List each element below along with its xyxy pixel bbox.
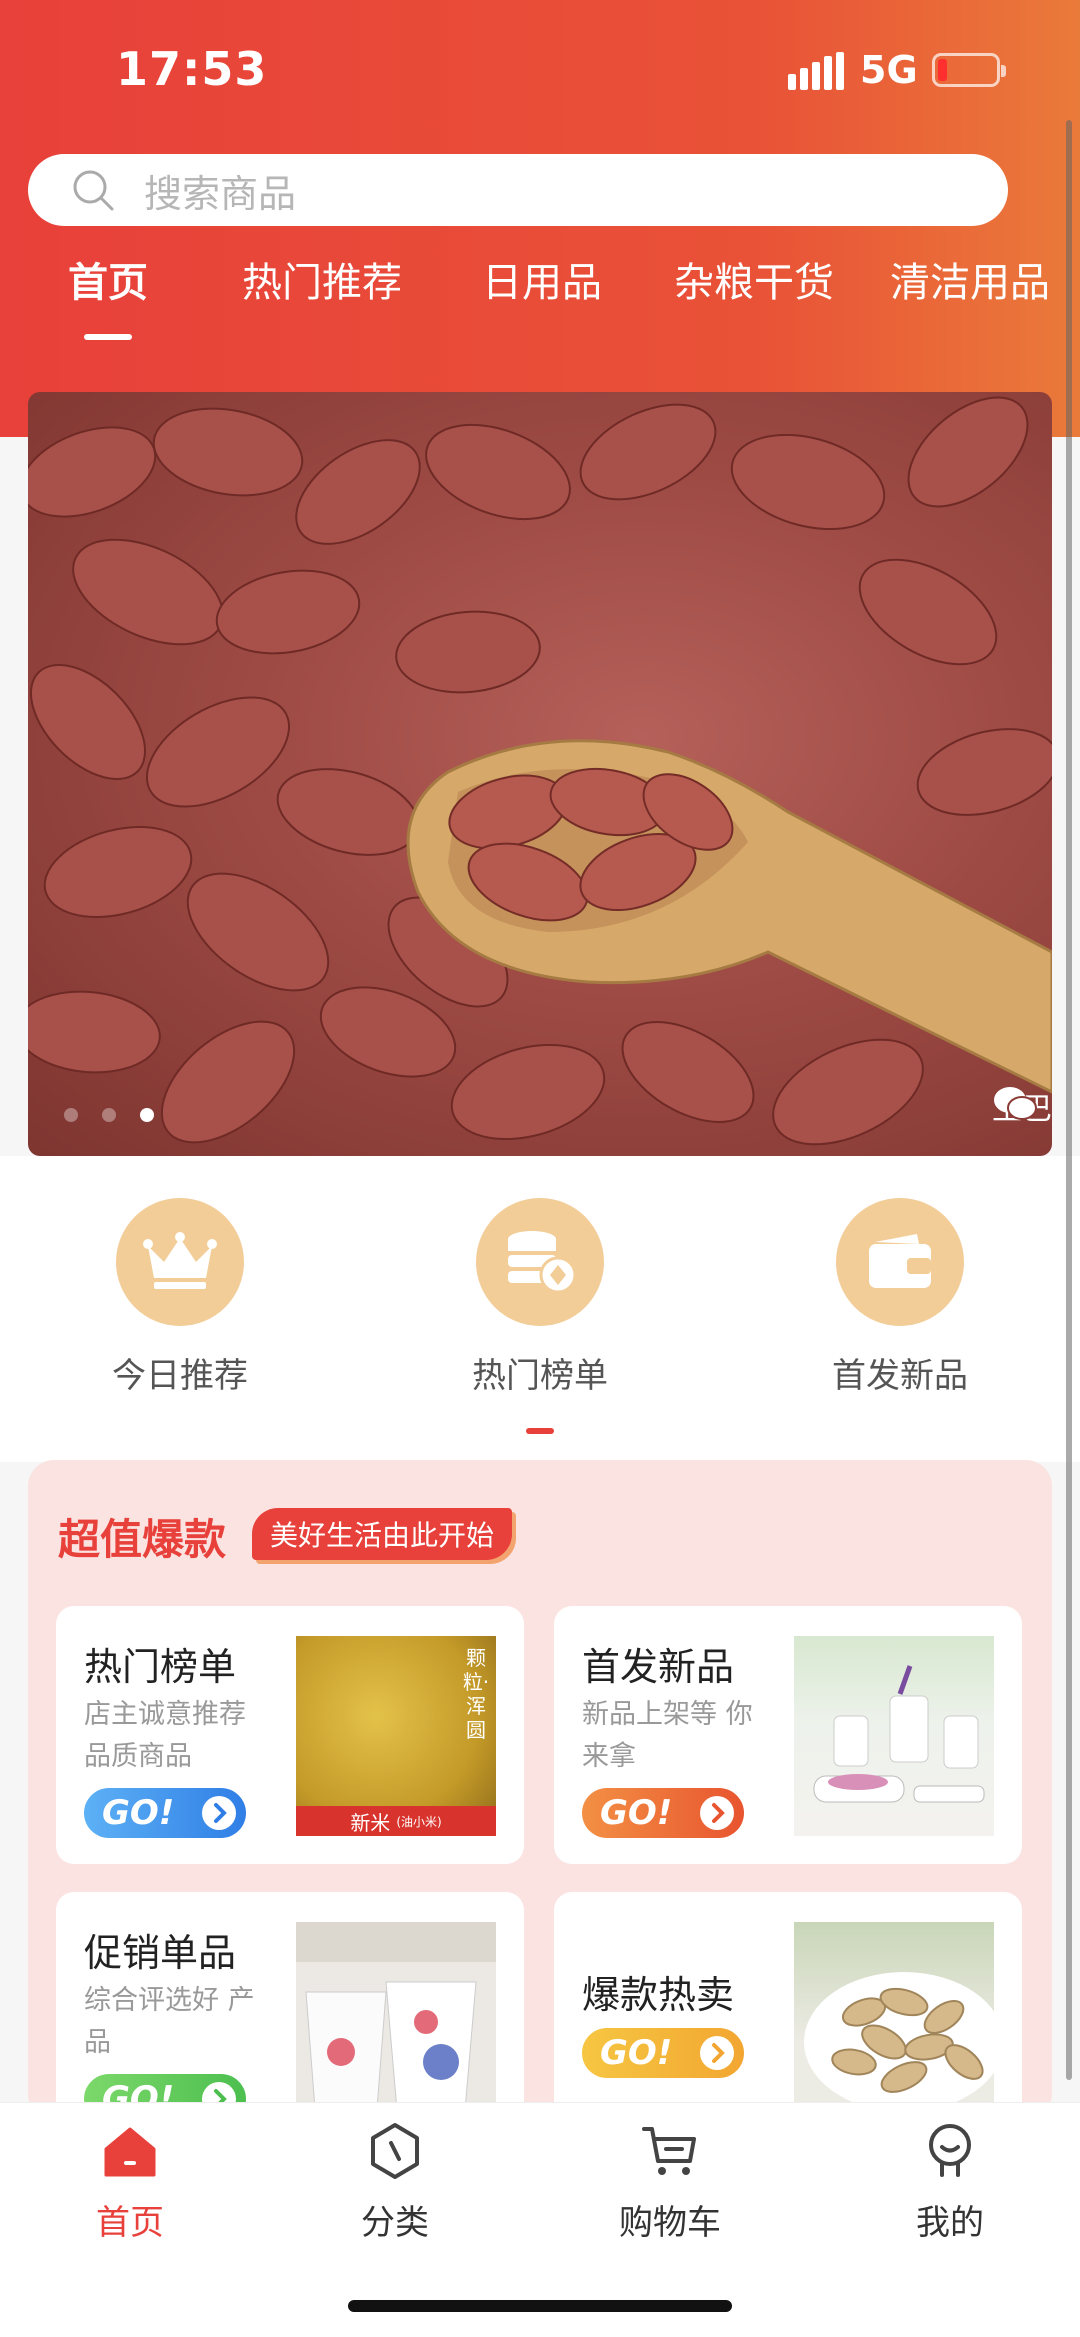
card-title: 爆款热卖	[582, 1973, 735, 2017]
status-time: 17:53	[116, 42, 268, 96]
banner-image	[28, 396, 1052, 1146]
product-image-peanuts	[794, 1922, 994, 2120]
nav-label: 分类	[361, 2203, 429, 2243]
search-placeholder: 搜索商品	[144, 171, 297, 216]
carousel-dot[interactable]	[64, 1108, 78, 1122]
nav-profile[interactable]: 我的	[850, 2121, 1050, 2244]
cart-icon	[642, 2127, 696, 2175]
nav-label: 首页	[96, 2203, 164, 2243]
deal-card-new-arrivals[interactable]: 首发新品 新品上架等 你来拿 GO!	[554, 1606, 1022, 1864]
product-label-bar: 新米 (油小米)	[296, 1806, 496, 1836]
quick-label: 首发新品	[832, 1356, 968, 1396]
go-button[interactable]: GO!	[84, 1788, 246, 1838]
deal-card-promotion[interactable]: 促销单品 综合评选好 产品 GO!	[56, 1892, 524, 2120]
quick-new-arrivals[interactable]: 首发新品	[780, 1198, 1020, 1397]
search-icon	[73, 170, 114, 211]
banner-carousel[interactable]: 土巴	[28, 392, 1052, 1156]
card-subtitle: 店主诚意推荐品质商品	[84, 1699, 246, 1772]
home-icon	[104, 2127, 156, 2177]
quick-page-indicator	[526, 1428, 554, 1434]
card-title: 首发新品	[582, 1645, 735, 1689]
product-image-toiletries	[794, 1636, 994, 1836]
header: 17:53 5G 搜索商品 首页 热门推荐 日用品 杂粮干货 清洁用品	[0, 0, 1080, 437]
go-label: GO!	[600, 2033, 673, 2073]
carousel-dot-active[interactable]	[140, 1108, 154, 1122]
go-label: GO!	[600, 1793, 673, 1833]
signal-icon	[788, 52, 844, 90]
product-label: 新米	[350, 1810, 391, 1835]
arrow-right-icon	[700, 1796, 734, 1830]
quick-entries: 今日推荐 热门榜单 首发新品	[0, 1156, 1080, 1462]
profile-icon	[929, 2124, 971, 2177]
battery-icon	[932, 53, 1006, 87]
tab-cleaning[interactable]: 清洁用品	[890, 250, 1050, 308]
card-title: 促销单品	[84, 1931, 237, 1975]
quick-icon-bg	[836, 1198, 964, 1326]
deal-card-hot-list[interactable]: 热门榜单 店主诚意推荐品质商品 GO! 颗粒·浑圆 新米 (油小米)	[56, 1606, 524, 1864]
product-image-millet: 颗粒·浑圆 新米 (油小米)	[296, 1636, 496, 1836]
deal-card-bestsellers[interactable]: 爆款热卖 GO!	[554, 1892, 1022, 2120]
tab-underline	[84, 334, 132, 340]
home-indicator	[348, 2300, 732, 2312]
crown-icon	[143, 1232, 217, 1289]
tab-daily[interactable]: 日用品	[482, 250, 602, 308]
go-button[interactable]: GO!	[582, 2028, 744, 2078]
search-bar[interactable]: 搜索商品	[28, 154, 1008, 226]
nav-home[interactable]: 首页	[30, 2121, 230, 2244]
nav-cart[interactable]: 购物车	[570, 2121, 770, 2244]
product-side-text: 颗粒·浑圆	[462, 1646, 490, 1742]
quick-label: 今日推荐	[112, 1356, 248, 1396]
carousel-dot[interactable]	[102, 1108, 116, 1122]
deals-section: 超值爆款 美好生活由此开始 热门榜单 店主诚意推荐品质商品 GO! 颗粒·浑圆 …	[28, 1460, 1052, 2120]
card-subtitle: 新品上架等 你来拿	[582, 1699, 753, 1772]
deals-title: 超值爆款	[58, 1515, 227, 1564]
category-tabs: 首页 热门推荐 日用品 杂粮干货 清洁用品	[0, 250, 1080, 350]
tab-hot[interactable]: 热门推荐	[242, 250, 402, 308]
quick-icon-bg	[476, 1198, 604, 1326]
nav-category[interactable]: 分类	[295, 2121, 495, 2244]
coins-icon	[508, 1231, 577, 1294]
carousel-dots	[64, 1108, 154, 1122]
quick-icon-bg	[116, 1198, 244, 1326]
status-bar: 17:53 5G	[0, 0, 1080, 140]
product-label-small: (油小米)	[396, 1814, 442, 1829]
nav-label: 购物车	[619, 2203, 721, 2243]
arrow-right-icon	[700, 2036, 734, 2070]
quick-today-recommend[interactable]: 今日推荐	[60, 1198, 300, 1397]
nav-label: 我的	[916, 2203, 984, 2243]
quick-hot-list[interactable]: 热门榜单	[420, 1198, 660, 1397]
go-button[interactable]: GO!	[582, 1788, 744, 1838]
quick-label: 热门榜单	[472, 1356, 608, 1396]
product-image-paper-cups	[296, 1922, 496, 2120]
network-label: 5G	[860, 48, 918, 92]
go-label: GO!	[102, 1793, 175, 1833]
tab-grains[interactable]: 杂粮干货	[674, 250, 834, 308]
scrollbar[interactable]	[1066, 120, 1072, 2080]
category-icon	[371, 2123, 419, 2179]
arrow-right-icon	[202, 1796, 236, 1830]
tab-home[interactable]: 首页	[68, 250, 148, 308]
card-title: 热门榜单	[84, 1645, 237, 1689]
wechat-icon	[994, 1087, 1037, 1120]
banner-watermark: 土巴	[992, 1084, 1052, 1128]
wallet-icon	[869, 1234, 931, 1288]
card-subtitle: 综合评选好 产品	[84, 1985, 255, 2058]
deals-tag: 美好生活由此开始	[252, 1508, 513, 1560]
